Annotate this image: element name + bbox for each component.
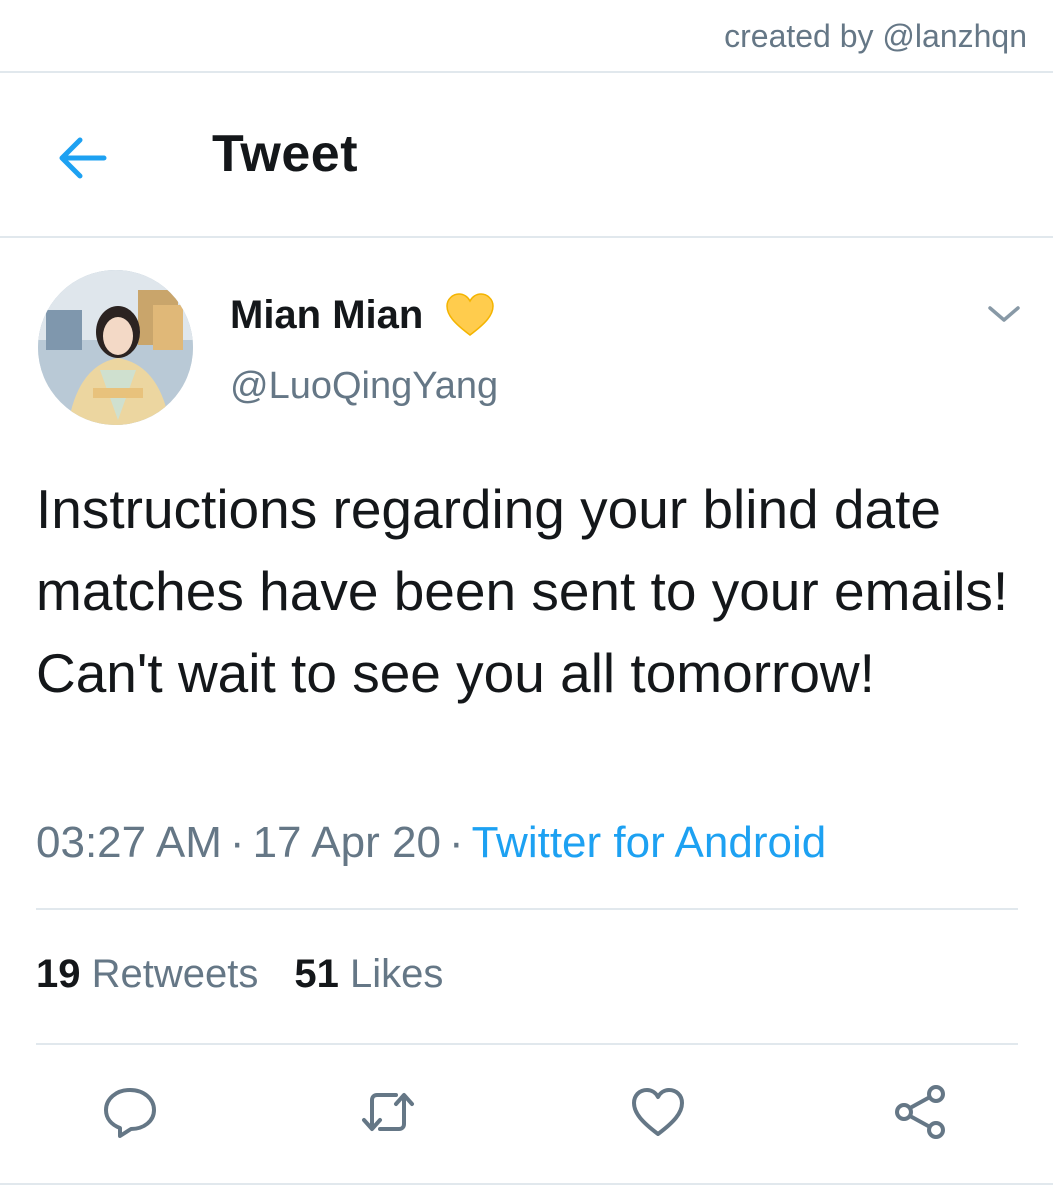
- share-button[interactable]: [890, 1082, 950, 1142]
- separator: ·: [229, 818, 245, 867]
- like-icon: [632, 1088, 684, 1136]
- avatar[interactable]: [38, 270, 193, 425]
- share-icon: [895, 1085, 945, 1139]
- chevron-down-icon: [988, 306, 1020, 322]
- like-button[interactable]: [628, 1082, 688, 1142]
- tweet-text: Instructions regarding your blind date m…: [36, 478, 1009, 704]
- tweet-source-link[interactable]: Twitter for Android: [472, 818, 827, 867]
- back-arrow-icon: [59, 137, 107, 179]
- likes-count: 51: [294, 952, 339, 996]
- divider: [36, 908, 1018, 910]
- likes-label: Likes: [350, 952, 444, 996]
- divider: [0, 1183, 1053, 1185]
- separator: ·: [448, 818, 464, 867]
- divider: [0, 236, 1053, 238]
- handle[interactable]: @LuoQingYang: [230, 365, 498, 408]
- yellow-heart-icon: [444, 292, 496, 338]
- divider: [36, 1043, 1018, 1045]
- watermark: created by @lanzhqn: [724, 18, 1027, 54]
- retweet-button[interactable]: [358, 1082, 418, 1142]
- likes-stat[interactable]: 51 Likes: [294, 952, 443, 996]
- tweet-stats: 19 Retweets 51 Likes: [36, 952, 443, 997]
- avatar-image: [38, 270, 193, 425]
- more-options-button[interactable]: [984, 298, 1024, 330]
- page-title: Tweet: [212, 125, 359, 183]
- reply-button[interactable]: [100, 1082, 160, 1142]
- tweet-meta: 03:27 AM · 17 Apr 20 · Twitter for Android: [36, 818, 826, 868]
- divider: [0, 71, 1053, 73]
- retweets-count: 19: [36, 952, 81, 996]
- back-button[interactable]: [52, 130, 112, 186]
- reply-icon: [104, 1088, 156, 1138]
- display-name[interactable]: Mian Mian: [230, 293, 423, 338]
- tweet-time: 03:27 AM: [36, 818, 222, 867]
- retweet-icon: [362, 1093, 414, 1131]
- tweet-date: 17 Apr 20: [252, 818, 441, 867]
- retweets-label: Retweets: [91, 952, 259, 996]
- retweets-stat[interactable]: 19 Retweets: [36, 952, 258, 996]
